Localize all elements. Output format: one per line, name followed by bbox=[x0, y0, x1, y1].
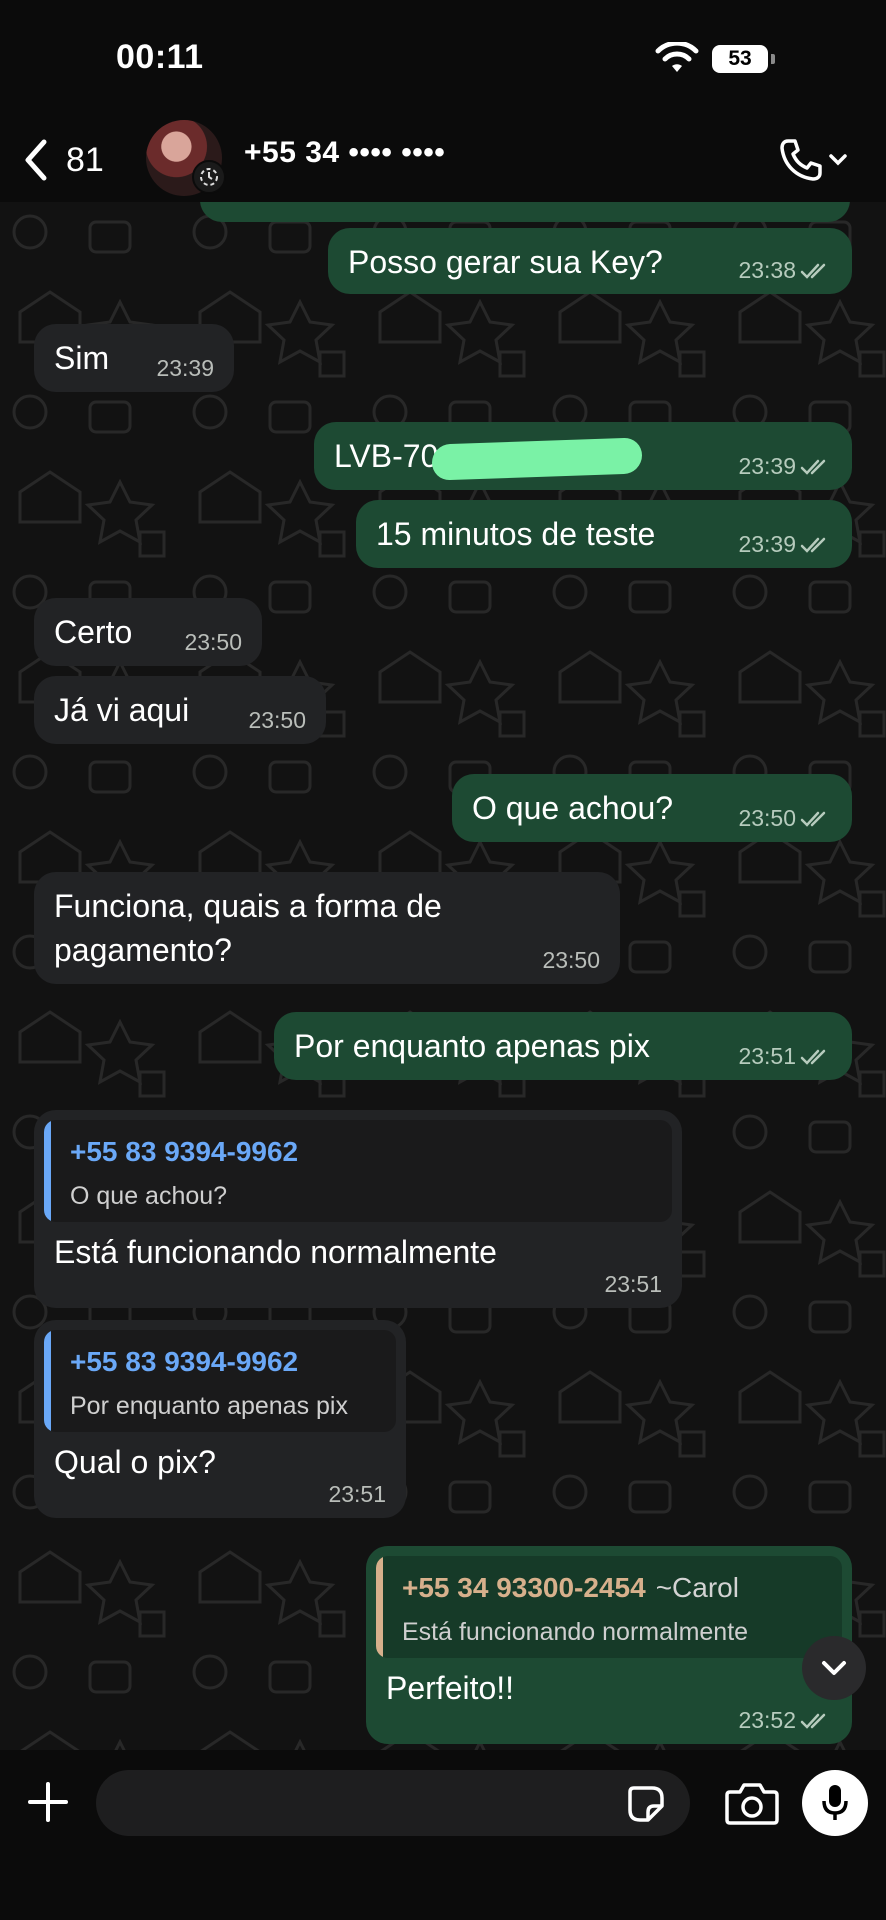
mic-icon bbox=[822, 1785, 848, 1820]
status-ring-icon bbox=[192, 160, 226, 194]
message-meta: 23:51 bbox=[604, 1271, 662, 1298]
status-bar: 00:11 53 bbox=[0, 0, 886, 120]
read-ticks-icon bbox=[800, 263, 826, 279]
message-meta: 23:51 bbox=[738, 1043, 832, 1070]
chat-header: 81 +55 34 •••• •••• bbox=[0, 120, 886, 202]
message-time: 23:39 bbox=[156, 355, 214, 381]
message-meta: 23:38 bbox=[738, 257, 832, 284]
quote-sender: +55 83 9394-9962 bbox=[70, 1346, 299, 1377]
mic-button[interactable] bbox=[802, 1770, 868, 1836]
message-meta: 23:39 bbox=[156, 355, 214, 382]
message-meta: 23:39 bbox=[738, 531, 832, 558]
camera-icon[interactable] bbox=[724, 1780, 780, 1826]
message-time: 23:51 bbox=[328, 1481, 386, 1507]
message-text: Qual o pix? bbox=[54, 1444, 216, 1480]
unread-count: 81 bbox=[66, 140, 104, 179]
read-ticks-icon bbox=[800, 811, 826, 827]
message-bubble-outgoing[interactable]: Posso gerar sua Key? 23:38 bbox=[328, 228, 852, 294]
message-bubble-outgoing[interactable]: Por enquanto apenas pix 23:51 bbox=[274, 1012, 852, 1080]
back-button[interactable]: 81 bbox=[22, 130, 104, 190]
status-time: 00:11 bbox=[116, 38, 204, 76]
chat-area[interactable]: Posso gerar sua Key? 23:38 Sim 23:39 LVB… bbox=[0, 202, 886, 1750]
message-time: 23:50 bbox=[738, 805, 796, 831]
quoted-message[interactable]: +55 83 9394-9962 O que achou? bbox=[44, 1120, 672, 1222]
message-text: Por enquanto apenas pix bbox=[294, 1028, 650, 1064]
message-bubble-partial bbox=[200, 202, 850, 222]
call-button[interactable] bbox=[778, 130, 858, 190]
chevron-down-icon bbox=[822, 1661, 846, 1675]
read-ticks-icon bbox=[800, 1049, 826, 1065]
quoted-message[interactable]: +55 83 9394-9962 Por enquanto apenas pix bbox=[44, 1330, 396, 1432]
message-meta: 23:50 bbox=[542, 947, 600, 974]
battery-indicator: 53 bbox=[712, 45, 775, 73]
message-meta: 23:50 bbox=[738, 805, 832, 832]
message-meta: 23:39 bbox=[738, 453, 832, 480]
message-bubble-incoming[interactable]: Já vi aqui 23:50 bbox=[34, 676, 326, 744]
message-time: 23:50 bbox=[184, 629, 242, 655]
message-text: LVB-70 bbox=[334, 434, 643, 481]
message-time: 23:39 bbox=[738, 531, 796, 557]
quote-text: O que achou? bbox=[70, 1182, 228, 1210]
message-text-line: pagamento? bbox=[54, 932, 232, 968]
message-bubble-incoming[interactable]: Funciona, quais a forma de pagamento? 23… bbox=[34, 872, 620, 984]
quote-bar bbox=[44, 1120, 51, 1222]
message-bubble-incoming[interactable]: Sim 23:39 bbox=[34, 324, 234, 392]
message-bubble-outgoing[interactable]: LVB-70 23:39 bbox=[314, 422, 852, 490]
chevron-down-icon bbox=[829, 154, 847, 166]
read-ticks-icon bbox=[800, 459, 826, 475]
message-text: Perfeito!! bbox=[386, 1670, 515, 1706]
redaction-mark bbox=[432, 436, 643, 481]
plus-icon[interactable] bbox=[24, 1778, 72, 1826]
message-time: 23:38 bbox=[738, 257, 796, 283]
message-text: Posso gerar sua Key? bbox=[348, 244, 663, 280]
message-time: 23:51 bbox=[738, 1043, 796, 1069]
message-time: 23:50 bbox=[248, 707, 306, 733]
message-input[interactable] bbox=[96, 1770, 690, 1836]
wifi-icon bbox=[655, 42, 699, 72]
quoted-message[interactable]: +55 34 93300-2454 ~Carol Está funcionando… bbox=[376, 1556, 842, 1658]
message-bubble-incoming-reply[interactable]: +55 83 9394-9962 Por enquanto apenas pix… bbox=[34, 1320, 406, 1518]
quote-sender-alias: ~Carol bbox=[655, 1572, 739, 1603]
message-meta: 23:52 bbox=[738, 1707, 832, 1734]
message-time: 23:39 bbox=[738, 453, 796, 479]
message-time: 23:52 bbox=[738, 1707, 796, 1733]
message-text-line: Funciona, quais a forma de bbox=[54, 888, 442, 924]
message-bubble-incoming[interactable]: Certo 23:50 bbox=[34, 598, 262, 666]
quote-bar bbox=[44, 1330, 51, 1432]
message-text: Certo bbox=[54, 614, 133, 650]
message-bubble-incoming-reply[interactable]: +55 83 9394-9962 O que achou? Está funci… bbox=[34, 1110, 682, 1308]
message-text: 15 minutos de teste bbox=[376, 516, 656, 552]
message-meta: 23:51 bbox=[328, 1481, 386, 1508]
message-bubble-outgoing[interactable]: O que achou? 23:50 bbox=[452, 774, 852, 842]
scroll-to-bottom-button[interactable] bbox=[802, 1636, 866, 1700]
message-time: 23:50 bbox=[542, 947, 600, 973]
message-text: Sim bbox=[54, 340, 110, 376]
quote-text: Por enquanto apenas pix bbox=[70, 1392, 348, 1420]
quote-sender-number: +55 34 93300-2454 bbox=[402, 1572, 646, 1603]
chevron-left-icon bbox=[25, 139, 47, 181]
quote-sender: +55 34 93300-2454 ~Carol bbox=[402, 1572, 739, 1604]
message-text: Está funcionando normalmente bbox=[54, 1234, 497, 1270]
quote-sender: +55 83 9394-9962 bbox=[70, 1136, 299, 1167]
message-text: Funciona, quais a forma de pagamento? bbox=[54, 884, 442, 972]
message-meta: 23:50 bbox=[184, 629, 242, 656]
message-meta: 23:50 bbox=[248, 707, 306, 734]
phone-icon bbox=[780, 139, 822, 181]
quote-text: Está funcionando normalmente bbox=[402, 1618, 749, 1646]
message-bubble-outgoing[interactable]: 15 minutos de teste 23:39 bbox=[356, 500, 852, 568]
quote-bar bbox=[376, 1556, 383, 1658]
message-bubble-outgoing-reply[interactable]: +55 34 93300-2454 ~Carol Está funcionando… bbox=[366, 1546, 852, 1744]
sticker-icon[interactable] bbox=[626, 1784, 666, 1824]
composer-bar bbox=[0, 1750, 886, 1920]
contact-name[interactable]: +55 34 •••• •••• bbox=[244, 136, 445, 170]
message-time: 23:51 bbox=[604, 1271, 662, 1297]
read-ticks-icon bbox=[800, 537, 826, 553]
read-ticks-icon bbox=[800, 1713, 826, 1729]
message-text-visible: LVB-70 bbox=[334, 438, 439, 474]
message-text: O que achou? bbox=[472, 790, 674, 826]
message-text: Já vi aqui bbox=[54, 692, 190, 728]
